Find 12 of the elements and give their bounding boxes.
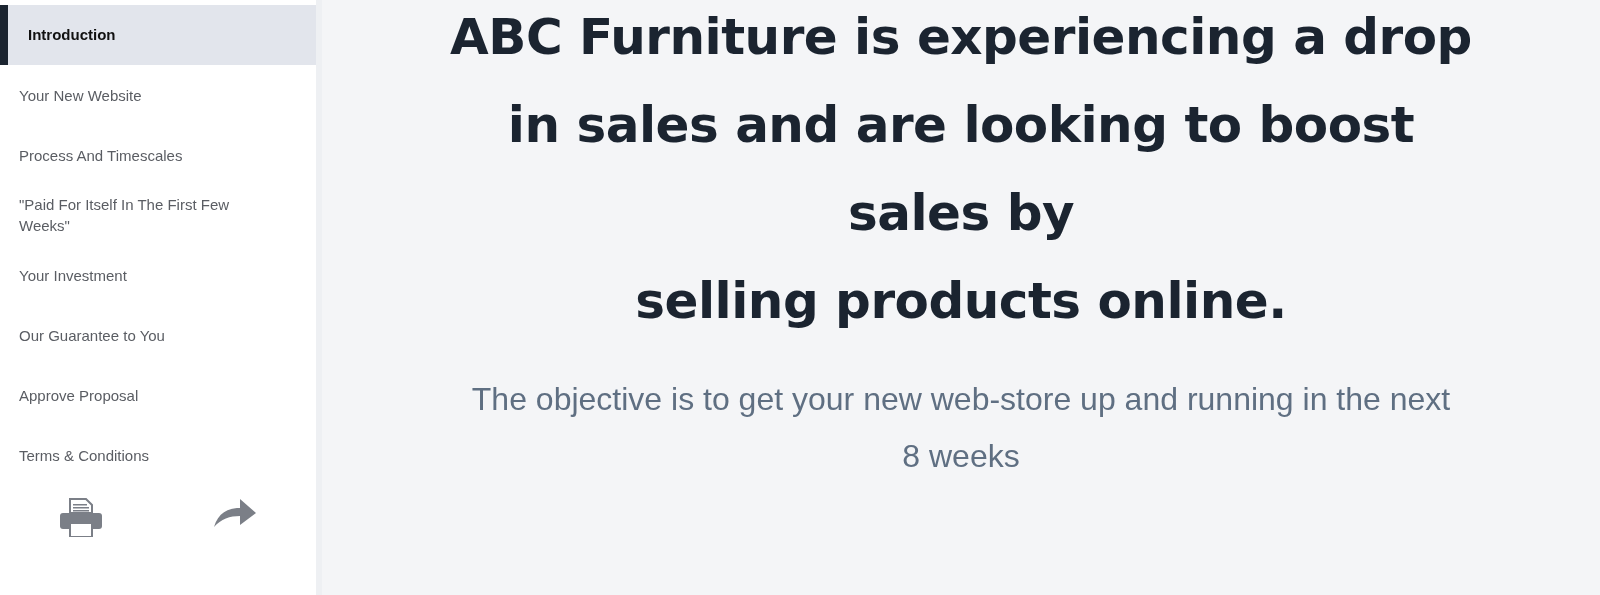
sidebar-item[interactable]: Your New Website bbox=[0, 65, 316, 125]
headline: ABC Furniture is experiencing a drop in sales and are looking to boost sales by selling products online. bbox=[450, 7, 1472, 332]
print-icon[interactable] bbox=[58, 497, 104, 537]
sidebar-item[interactable]: Your Investment bbox=[0, 245, 316, 305]
sidebar-item[interactable]: Approve Proposal bbox=[0, 365, 316, 425]
subtitle: The objective is to get your new web-store up and running in the next 8 weeks bbox=[470, 380, 1452, 476]
share-arrow-icon[interactable] bbox=[212, 497, 258, 529]
sidebar-item[interactable]: Our Guarantee to You bbox=[0, 305, 316, 365]
sidebar-item[interactable]: Process And Timescales bbox=[0, 125, 316, 185]
sidebar-item[interactable]: "Paid For Itself In The First Few Weeks" bbox=[0, 185, 316, 245]
sidebar-item[interactable]: Terms & Conditions bbox=[0, 425, 316, 485]
sidebar-item[interactable]: Introduction bbox=[0, 5, 316, 65]
